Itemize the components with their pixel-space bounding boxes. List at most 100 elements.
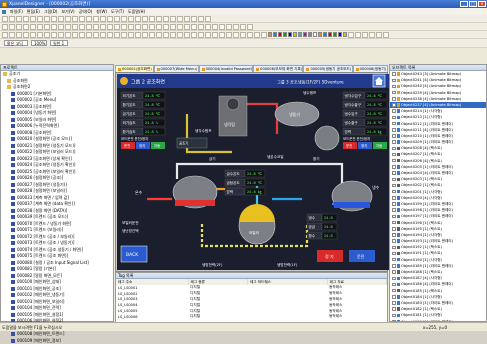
color-swatch[interactable] <box>278 32 282 37</box>
color-swatch[interactable] <box>343 32 347 37</box>
toolbar-button[interactable] <box>65 32 71 38</box>
toolbar-button[interactable] <box>355 32 361 38</box>
toolbar-button[interactable] <box>348 32 354 38</box>
toolbar-button[interactable] <box>135 32 141 38</box>
toolbar-button[interactable] <box>205 32 211 38</box>
toolbar-button[interactable] <box>184 24 190 30</box>
toolbar-button[interactable] <box>240 32 246 38</box>
close-button[interactable]: × <box>478 1 486 7</box>
visibility-checkbox[interactable] <box>392 221 396 225</box>
color-swatch[interactable] <box>318 32 322 37</box>
toolbar-button[interactable] <box>170 16 176 22</box>
toolbar-button[interactable] <box>86 32 92 38</box>
visibility-checkbox[interactable] <box>392 134 396 138</box>
toolbar-button[interactable] <box>240 24 246 30</box>
toolbar-button[interactable] <box>163 16 169 22</box>
toolbar-button[interactable] <box>37 32 43 38</box>
color-swatch[interactable] <box>338 32 342 37</box>
visibility-checkbox[interactable] <box>392 184 396 188</box>
toolbar-button[interactable] <box>191 16 197 22</box>
toolbar-button[interactable] <box>16 32 22 38</box>
toolbar-button[interactable] <box>100 32 106 38</box>
toolbar-button[interactable] <box>128 32 134 38</box>
visibility-checkbox[interactable] <box>392 128 396 132</box>
visibility-checkbox[interactable] <box>392 147 396 151</box>
visibility-checkbox[interactable] <box>392 264 396 268</box>
toolbar-button[interactable] <box>30 16 36 22</box>
toolbar-button[interactable] <box>79 16 85 22</box>
menu-item-3[interactable]: 보기(V) <box>61 9 74 15</box>
toolbar-button[interactable] <box>156 32 162 38</box>
toolbar-button[interactable] <box>2 24 8 30</box>
toolbar-button[interactable] <box>121 16 127 22</box>
maximize-button[interactable]: □ <box>469 1 477 7</box>
toolbar-button[interactable] <box>58 32 64 38</box>
table-row[interactable]: LS_LS0006디지털동작테스 <box>116 314 387 320</box>
visibility-checkbox[interactable] <box>392 196 396 200</box>
visibility-checkbox[interactable] <box>392 91 396 95</box>
menu-item-5[interactable]: 창(W) <box>96 9 107 15</box>
visibility-checkbox[interactable] <box>392 178 396 182</box>
toolbar-button[interactable] <box>376 32 382 38</box>
toolbar-button[interactable] <box>93 32 99 38</box>
layer-select[interactable]: 일반 1 <box>50 40 68 46</box>
toolbar-button[interactable] <box>149 32 155 38</box>
toolbar-button[interactable] <box>149 16 155 22</box>
toolbar-button[interactable] <box>100 24 106 30</box>
visibility-checkbox[interactable] <box>392 258 396 262</box>
color-swatch[interactable] <box>333 32 337 37</box>
toolbar-button[interactable] <box>177 32 183 38</box>
minimize-button[interactable]: _ <box>460 1 468 7</box>
toolbar-button[interactable] <box>100 16 106 22</box>
toolbar-button[interactable] <box>219 24 225 30</box>
toolbar-button[interactable] <box>114 24 120 30</box>
tab-3[interactable]: 000006(모모재 화면 기록) <box>253 65 303 72</box>
toolbar-button[interactable] <box>2 32 8 38</box>
toolbar-button[interactable] <box>44 16 50 22</box>
toolbar-button[interactable] <box>107 16 113 22</box>
toolbar-button[interactable] <box>44 24 50 30</box>
color-swatch[interactable] <box>328 32 332 37</box>
toolbar-button[interactable] <box>170 32 176 38</box>
tab-5[interactable]: 000008(냉동기) <box>353 65 388 72</box>
toolbar-button[interactable] <box>233 32 239 38</box>
visibility-checkbox[interactable] <box>392 153 396 157</box>
toolbar-button[interactable] <box>156 24 162 30</box>
visibility-checkbox[interactable] <box>392 202 396 206</box>
toolbar-button[interactable] <box>44 32 50 38</box>
visibility-checkbox[interactable] <box>392 171 396 175</box>
toolbar-button[interactable] <box>198 32 204 38</box>
toolbar-button[interactable] <box>254 32 260 38</box>
toolbar-button[interactable] <box>23 16 29 22</box>
toolbar-button[interactable] <box>261 32 267 38</box>
toolbar-button[interactable] <box>247 32 253 38</box>
toolbar-button[interactable] <box>184 32 190 38</box>
visibility-checkbox[interactable] <box>392 159 396 163</box>
toolbar-button[interactable] <box>107 24 113 30</box>
visibility-checkbox[interactable] <box>392 165 396 169</box>
visibility-checkbox[interactable] <box>392 270 396 274</box>
color-swatch[interactable] <box>303 32 307 37</box>
toolbar-button[interactable] <box>184 16 190 22</box>
toolbar-button[interactable] <box>86 16 92 22</box>
toolbar-button[interactable] <box>247 24 253 30</box>
color-swatch[interactable] <box>283 32 287 37</box>
toolbar-button[interactable] <box>142 16 148 22</box>
toolbar-button[interactable] <box>212 32 218 38</box>
font-select[interactable]: 맑은 고딕 <box>4 40 28 46</box>
toolbar-button[interactable] <box>219 32 225 38</box>
toolbar-button[interactable] <box>37 24 43 30</box>
toolbar-button[interactable] <box>205 24 211 30</box>
visibility-checkbox[interactable] <box>392 289 396 293</box>
menu-item-2[interactable]: 그림(D) <box>44 9 58 15</box>
visibility-checkbox[interactable] <box>392 227 396 231</box>
toolbar-button[interactable] <box>212 24 218 30</box>
color-swatch[interactable] <box>268 32 272 37</box>
toolbar-button[interactable] <box>72 32 78 38</box>
toolbar-button[interactable] <box>121 32 127 38</box>
toolbar-button[interactable] <box>114 16 120 22</box>
visibility-checkbox[interactable] <box>392 295 396 299</box>
toolbar-button[interactable] <box>16 24 22 30</box>
toolbar-button[interactable] <box>170 24 176 30</box>
toolbar-button[interactable] <box>2 16 8 22</box>
